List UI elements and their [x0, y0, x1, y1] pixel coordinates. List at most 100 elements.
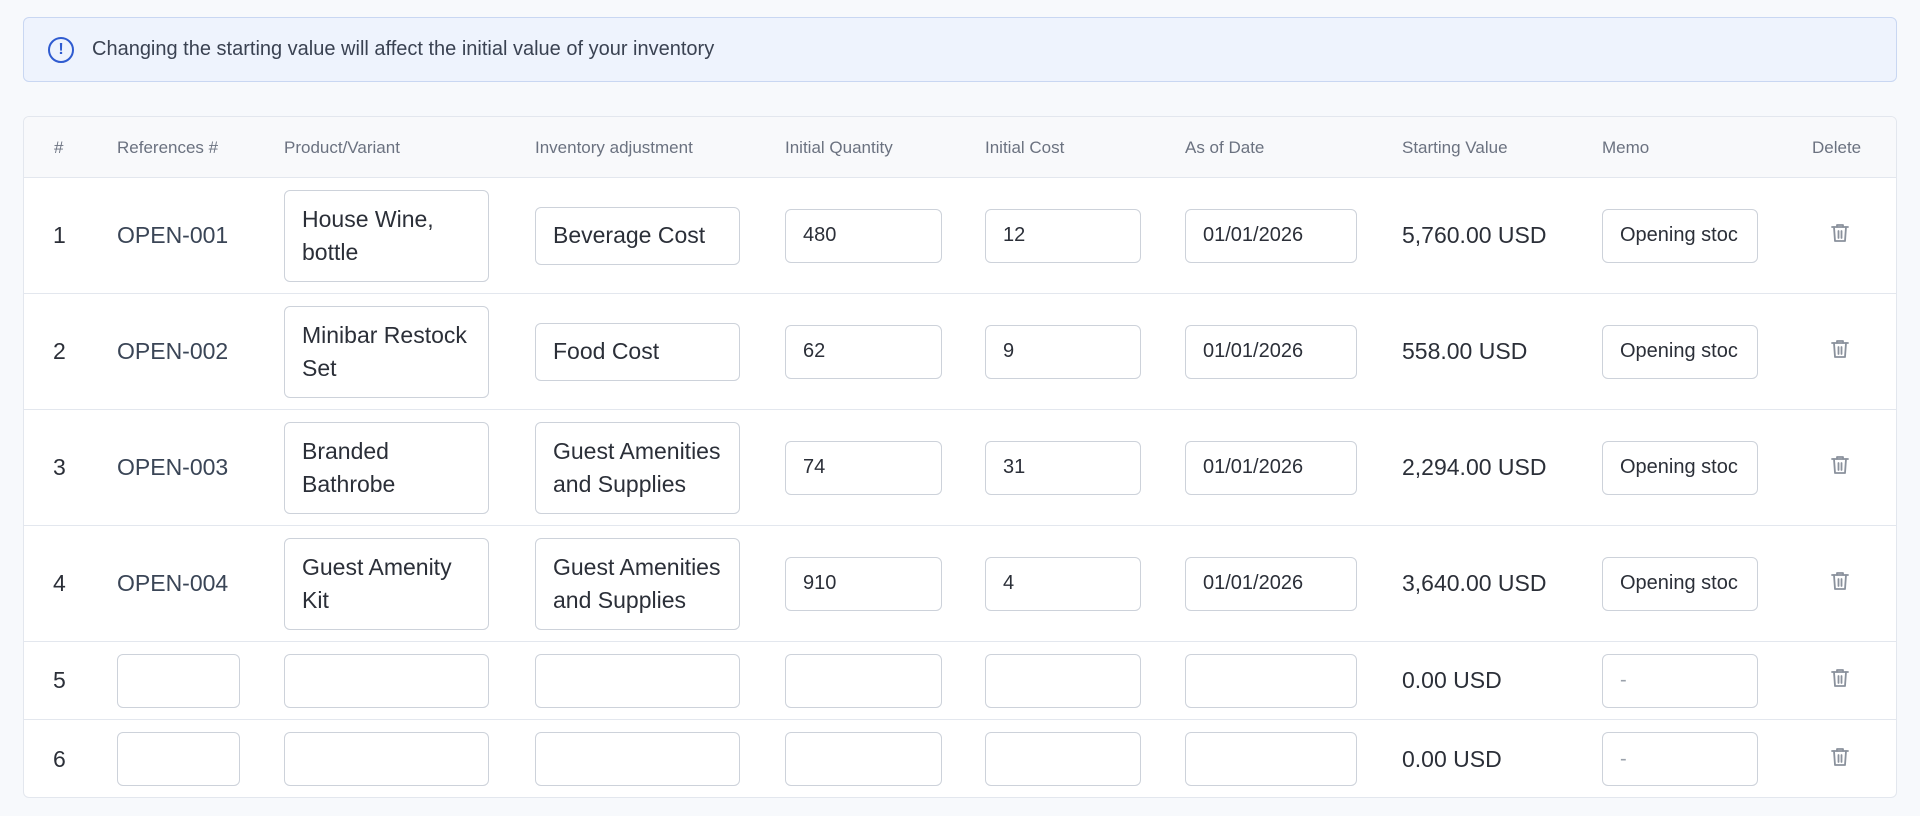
adjustment-select[interactable]: Guest Amenities and Supplies	[535, 421, 740, 514]
memo-input[interactable]: Opening stoc	[1602, 324, 1758, 379]
table-cell: 3,640.00 USD	[1402, 526, 1546, 641]
adjustment-select[interactable]: Beverage Cost	[535, 206, 740, 265]
quantity-input[interactable]: 74	[785, 440, 942, 495]
product-select[interactable]: Minibar Restock Set	[284, 305, 489, 398]
starting-value: 3,640.00 USD	[1402, 570, 1547, 596]
product-select[interactable]	[284, 732, 489, 786]
quantity-input[interactable]: 62	[785, 324, 942, 379]
row-number: 4	[53, 570, 66, 596]
cost-input[interactable]: 9	[985, 324, 1141, 379]
info-circle-icon: !	[48, 36, 74, 63]
starting-value: 0.00 USD	[1402, 745, 1502, 772]
table-cell	[1830, 642, 1850, 719]
table-row: 4 OPEN-004 Guest Amenity Kit Guest Amenitie…	[24, 526, 1896, 642]
adjustment-select[interactable]: Food Cost	[535, 322, 740, 381]
table-cell: OPEN-001	[117, 178, 228, 293]
delete-button[interactable]	[1830, 454, 1850, 481]
table-cell	[284, 720, 489, 797]
trash-icon	[1830, 746, 1850, 773]
table-row: 2 OPEN-002 Minibar Restock Set Food Cost 62 9…	[24, 294, 1896, 410]
cost-input[interactable]: 12	[985, 208, 1141, 263]
date-input[interactable]: 01/01/2026	[1185, 440, 1357, 495]
table-cell	[785, 642, 942, 719]
table-cell: Guest Amenities and Supplies	[535, 526, 740, 641]
table-cell: -	[1602, 642, 1758, 719]
starting-value: 2,294.00 USD	[1402, 454, 1547, 480]
reference-number: OPEN-004	[117, 570, 229, 596]
date-input[interactable]: 01/01/2026	[1185, 324, 1357, 379]
date-input[interactable]: 01/01/2026	[1185, 208, 1357, 263]
header-adjustment: Inventory adjustment	[535, 137, 693, 157]
adjustment-select[interactable]	[535, 653, 740, 708]
table-cell: Opening stoc	[1602, 178, 1758, 293]
row-number: 3	[53, 454, 66, 480]
info-banner-message: Changing the starting value will affect …	[92, 38, 715, 60]
quantity-input[interactable]	[785, 732, 942, 786]
quantity-input[interactable]: 910	[785, 556, 942, 611]
table-cell: 31	[985, 410, 1141, 525]
cost-input[interactable]: 4	[985, 556, 1141, 611]
table-cell: 910	[785, 526, 942, 641]
table-header: # References # Product/Variant Inventory…	[24, 117, 1896, 178]
reference-input[interactable]	[117, 732, 240, 786]
memo-input[interactable]: -	[1602, 653, 1758, 708]
table-cell: Minibar Restock Set	[284, 294, 489, 409]
delete-button[interactable]	[1830, 570, 1850, 597]
table-cell: 2,294.00 USD	[1402, 410, 1546, 525]
product-select[interactable]: House Wine, bottle	[284, 189, 489, 282]
quantity-input[interactable]	[785, 653, 942, 708]
delete-button[interactable]	[1830, 338, 1850, 365]
table-cell	[1185, 720, 1357, 797]
table-cell: 01/01/2026	[1185, 294, 1357, 409]
cost-input[interactable]	[985, 653, 1141, 708]
table-cell: -	[1602, 720, 1758, 797]
table-cell: Guest Amenity Kit	[284, 526, 489, 641]
trash-icon	[1830, 454, 1850, 481]
table-cell: 9	[985, 294, 1141, 409]
header-product: Product/Variant	[284, 137, 400, 157]
memo-input[interactable]: Opening stoc	[1602, 556, 1758, 611]
table-cell: 01/01/2026	[1185, 178, 1357, 293]
table-cell	[1185, 642, 1357, 719]
table-cell	[1830, 294, 1850, 409]
header-delete: Delete	[1812, 137, 1862, 157]
memo-input[interactable]: Opening stoc	[1602, 208, 1758, 263]
table-cell	[117, 720, 240, 797]
date-input[interactable]: 01/01/2026	[1185, 556, 1357, 611]
table-cell: 01/01/2026	[1185, 526, 1357, 641]
delete-button[interactable]	[1830, 222, 1850, 249]
cost-input[interactable]: 31	[985, 440, 1141, 495]
table-cell: House Wine, bottle	[284, 178, 489, 293]
delete-button[interactable]	[1830, 667, 1850, 694]
header-memo: Memo	[1602, 137, 1650, 157]
table-cell	[1830, 410, 1850, 525]
table-cell	[1830, 178, 1850, 293]
delete-button[interactable]	[1830, 746, 1850, 773]
table-cell: Beverage Cost	[535, 178, 740, 293]
table-cell	[985, 642, 1141, 719]
quantity-input[interactable]: 480	[785, 208, 942, 263]
header-cost: Initial Cost	[985, 137, 1065, 157]
product-select[interactable]: Guest Amenity Kit	[284, 537, 489, 630]
product-select[interactable]	[284, 653, 489, 708]
row-number: 2	[53, 338, 66, 364]
table-cell	[985, 720, 1141, 797]
opening-inventory-table: # References # Product/Variant Inventory…	[23, 116, 1897, 798]
table-cell	[535, 642, 740, 719]
memo-input[interactable]: Opening stoc	[1602, 440, 1758, 495]
trash-icon	[1830, 338, 1850, 365]
table-cell: Food Cost	[535, 294, 740, 409]
reference-input[interactable]	[117, 653, 240, 708]
row-number: 6	[53, 745, 66, 772]
table-row: 1 OPEN-001 House Wine, bottle Beverage Cost…	[24, 178, 1896, 294]
adjustment-select[interactable]: Guest Amenities and Supplies	[535, 537, 740, 630]
product-select[interactable]: Branded Bathrobe	[284, 421, 489, 514]
adjustment-select[interactable]	[535, 732, 740, 786]
date-input[interactable]	[1185, 732, 1357, 786]
table-cell: 6	[53, 720, 66, 797]
memo-input[interactable]: -	[1602, 732, 1758, 786]
cost-input[interactable]	[985, 732, 1141, 786]
date-input[interactable]	[1185, 653, 1357, 708]
starting-value: 558.00 USD	[1402, 338, 1528, 364]
table-cell: 0.00 USD	[1402, 642, 1502, 719]
